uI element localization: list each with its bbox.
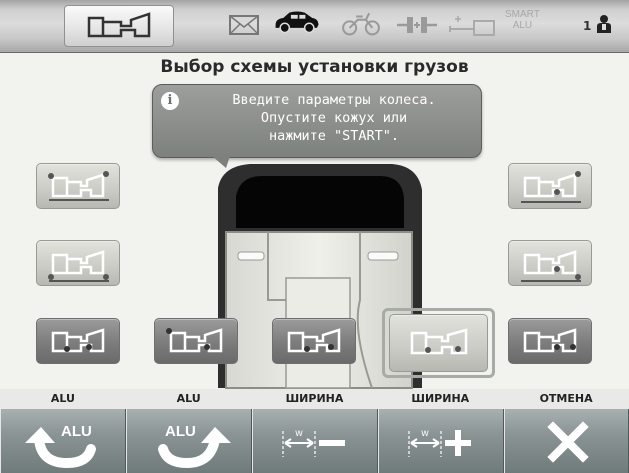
alu-next-text: ALU: [165, 423, 196, 440]
message-line-3: нажмите "START".: [268, 128, 400, 144]
alu-next-button[interactable]: ALU: [126, 409, 252, 473]
width-plus-button[interactable]: w: [378, 409, 504, 473]
width-minus-w: w: [294, 428, 303, 439]
footer-label-alu-next: ALU: [176, 392, 201, 405]
wheel-profile-icon: [287, 328, 341, 353]
profile-button-right-2[interactable]: [508, 240, 592, 286]
footer-labels: ALU ALU ШИРИНА ШИРИНА ОТМЕНА: [0, 389, 629, 409]
footer-label-cancel: ОТМЕНА: [539, 392, 593, 405]
cancel-button[interactable]: [504, 409, 629, 473]
width-plus-w: w: [420, 428, 429, 439]
profile-button-bottom-4[interactable]: [389, 314, 488, 372]
alu-next-icon: [158, 427, 231, 469]
footer-label-width-plus: ШИРИНА: [411, 392, 470, 405]
profile-button-right-1[interactable]: [508, 163, 592, 209]
wheel-profile-icon: [523, 328, 577, 353]
width-minus-button[interactable]: w: [252, 409, 378, 473]
wheel-profile-icon: [521, 171, 581, 203]
wheel-profile-icon: [48, 250, 109, 282]
close-icon: [547, 421, 589, 463]
profile-button-bottom-1[interactable]: [36, 318, 120, 364]
info-message-text: Введите параметры колеса. Опустите кожух…: [189, 91, 479, 145]
width-plus-icon: w: [408, 428, 471, 457]
footer-label-width-minus: ШИРИНА: [285, 392, 344, 405]
profile-button-bottom-5[interactable]: [508, 318, 592, 364]
width-minus-icon: w: [282, 428, 345, 457]
wheel-profile-icon: [521, 250, 581, 282]
message-line-1: Введите параметры колеса.: [232, 92, 436, 108]
profile-button-left-2[interactable]: [36, 240, 120, 286]
profile-button-left-1[interactable]: [36, 163, 120, 209]
wheel-profile-icon: [166, 328, 223, 353]
wheel-profile-icon: [48, 171, 109, 201]
footer-label-alu-prev: ALU: [50, 392, 75, 405]
wheel-profile-icon: [410, 328, 468, 355]
alu-prev-text: ALU: [61, 423, 92, 440]
info-icon: i: [161, 92, 179, 110]
alu-previous-button[interactable]: ALU: [0, 409, 126, 473]
alu-previous-icon: [25, 427, 96, 469]
message-pointer: [212, 156, 230, 168]
profile-button-bottom-3[interactable]: [272, 318, 356, 364]
profile-button-bottom-2[interactable]: [154, 318, 238, 364]
message-line-2: Опустите кожух или: [260, 110, 408, 126]
wheel-profile-icon: [51, 328, 105, 353]
info-message-box: i Введите параметры колеса. Опустите кож…: [152, 84, 482, 158]
